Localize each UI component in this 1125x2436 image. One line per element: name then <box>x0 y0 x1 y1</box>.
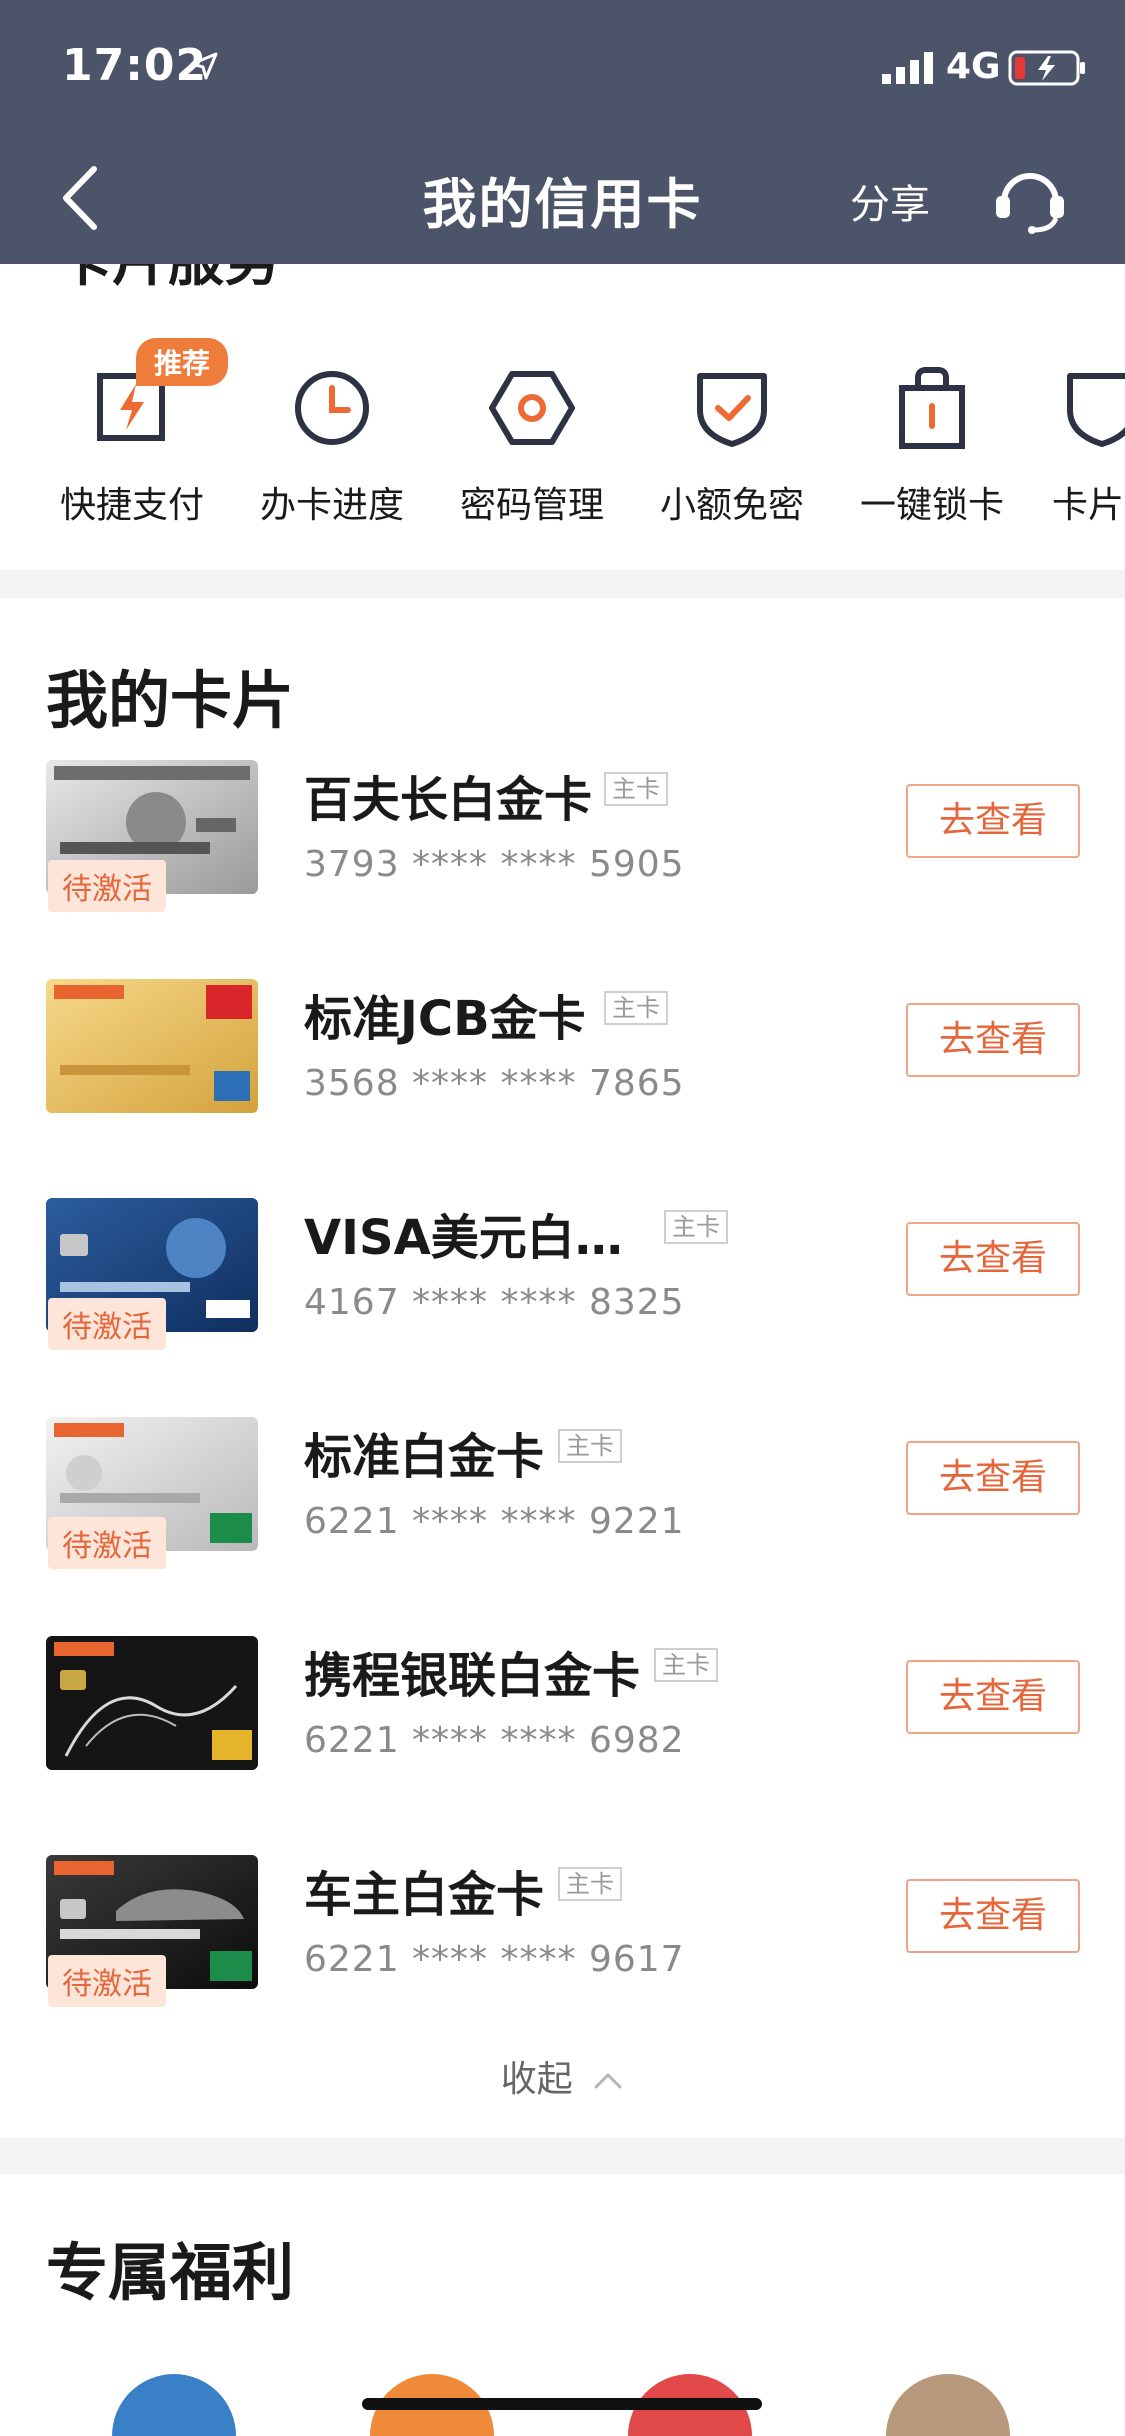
shield-check-icon <box>697 373 767 447</box>
card-name: 携程银联白金卡 <box>304 1648 641 1704</box>
service-label: 快捷支付 <box>59 485 204 526</box>
recommend-badge: 推荐 <box>136 338 229 386</box>
card-image-jcb-gold <box>46 979 258 1113</box>
signal-icon <box>882 52 933 84</box>
main-card-tag: 主卡 <box>604 991 668 1025</box>
service-label: 一键锁卡 <box>859 485 1004 526</box>
view-button[interactable]: 去查看 <box>906 1003 1080 1077</box>
location-arrow-icon <box>190 52 218 80</box>
top-bar: 17:02 4G 我的信用卡 分享 <box>0 0 1125 264</box>
home-indicator <box>362 2398 762 2410</box>
card-row[interactable]: 待激活 标准白金卡 主卡 6221 **** **** 9221 去查看 <box>0 1417 1125 1597</box>
view-button[interactable]: 去查看 <box>906 1879 1080 1953</box>
card-number: 3568 **** **** 7865 <box>304 1063 685 1104</box>
card-name: 百夫长白金卡 <box>304 772 593 828</box>
view-button[interactable]: 去查看 <box>906 784 1080 858</box>
card-number: 6221 **** **** 9221 <box>304 1501 685 1542</box>
cards-title: 我的卡片 <box>46 664 295 737</box>
service-card-more[interactable]: 卡片 <box>1052 358 1125 528</box>
section-divider <box>0 570 1125 598</box>
benefit-icon-pie[interactable] <box>112 2374 236 2436</box>
battery-icon <box>1008 50 1085 86</box>
card-name: VISA美元白… <box>304 1210 623 1266</box>
inactive-badge: 待激活 <box>48 860 166 912</box>
share-button[interactable]: 分享 <box>850 172 930 230</box>
inactive-badge: 待激活 <box>48 1517 166 1569</box>
inactive-badge: 待激活 <box>48 1955 166 2007</box>
collapse-toggle[interactable]: 收起 <box>0 2050 1125 2102</box>
benefits-title: 专属福利 <box>46 2236 295 2309</box>
benefit-icon-present[interactable] <box>886 2374 1010 2436</box>
main-card-tag: 主卡 <box>664 1210 728 1244</box>
lock-bag-icon <box>899 367 965 449</box>
clock-icon <box>295 371 369 445</box>
main-card-tag: 主卡 <box>654 1648 718 1682</box>
service-password[interactable]: 密码管理 <box>452 358 612 528</box>
card-row[interactable]: 携程银联白金卡 主卡 6221 **** **** 6982 去查看 <box>0 1636 1125 1816</box>
card-number: 6221 **** **** 9617 <box>304 1939 685 1980</box>
card-row[interactable]: 待激活 VISA美元白… 主卡 4167 **** **** 8325 去查看 <box>0 1198 1125 1378</box>
service-label: 密码管理 <box>459 485 604 526</box>
view-button[interactable]: 去查看 <box>906 1441 1080 1515</box>
benefits-section: 专属福利 <box>0 2174 1125 2436</box>
main-card-tag: 主卡 <box>604 772 668 806</box>
card-row[interactable]: 待激活 车主白金卡 主卡 6221 **** **** 9617 去查看 <box>0 1855 1125 2035</box>
service-card-progress[interactable]: 办卡进度 <box>252 358 412 528</box>
card-name: 标准白金卡 <box>304 1429 545 1485</box>
service-label: 小额免密 <box>659 485 804 526</box>
card-number: 4167 **** **** 8325 <box>304 1282 685 1323</box>
view-button[interactable]: 去查看 <box>906 1222 1080 1296</box>
card-number: 6221 **** **** 6982 <box>304 1720 685 1761</box>
inactive-badge: 待激活 <box>48 1298 166 1350</box>
service-lock-card[interactable]: 一键锁卡 <box>852 358 1012 528</box>
card-name: 车主白金卡 <box>304 1867 545 1923</box>
card-row[interactable]: 标准JCB金卡 主卡 3568 **** **** 7865 去查看 <box>0 979 1125 1159</box>
card-row[interactable]: 待激活 百夫长白金卡 主卡 3793 **** **** 5905 去查看 <box>0 760 1125 940</box>
page-title: 我的信用卡 <box>422 173 703 236</box>
collapse-label: 收起 <box>500 2059 573 2100</box>
chevron-up-icon <box>594 2073 622 2089</box>
my-cards-section: 我的卡片 待激活 百夫长白金卡 主卡 3793 **** **** 5905 去… <box>0 598 1125 2138</box>
card-image-ctrip <box>46 1636 258 1770</box>
main-card-tag: 主卡 <box>558 1867 622 1901</box>
card-name: 标准JCB金卡 <box>304 991 586 1047</box>
view-button[interactable]: 去查看 <box>906 1660 1080 1734</box>
hexagon-icon <box>489 371 575 445</box>
status-time: 17:02 <box>62 40 208 91</box>
shield-icon <box>1067 373 1125 447</box>
service-small-free[interactable]: 小额免密 <box>652 358 812 528</box>
section-divider <box>0 2138 1125 2174</box>
network-type: 4G <box>946 46 1001 87</box>
card-services-section: 卡片服务 快捷支付 推荐 办卡进度 密码管理 小额免密 一键锁卡 卡片 <box>0 240 1125 570</box>
service-label: 卡片 <box>1052 485 1125 526</box>
card-number: 3793 **** **** 5905 <box>304 844 685 885</box>
customer-service-icon[interactable] <box>990 158 1070 238</box>
main-card-tag: 主卡 <box>558 1429 622 1463</box>
service-label: 办卡进度 <box>259 485 404 526</box>
